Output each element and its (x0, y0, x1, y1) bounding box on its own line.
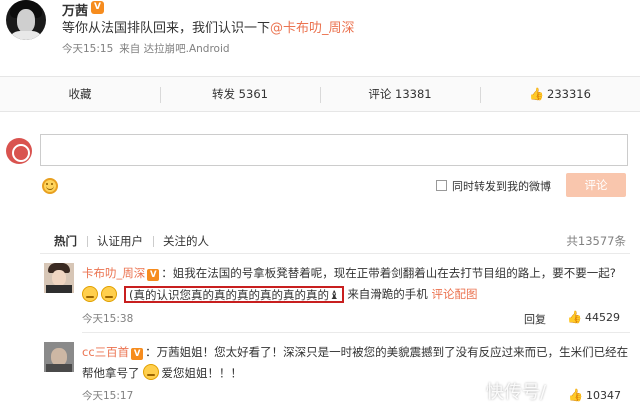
tab-following[interactable]: 关注的人 (153, 233, 219, 249)
like-count: 233316 (547, 87, 591, 101)
comment-divider (82, 332, 630, 333)
monkey-emoji-icon (142, 364, 159, 380)
post-text-main: 等你从法国排队回来，我们认识一下 (62, 21, 271, 36)
comment-text-line: 卡布叻_周深 V ：姐我在法国的号拿板凳替着呢，现在正带着剑翻着山在去打节目组的路上… (82, 265, 616, 281)
post-text: 等你从法国排队回来，我们认识一下@卡布叻_周深 (62, 17, 355, 36)
comment-time: 今天15:17 (82, 390, 134, 402)
comment-text: ：姐我在法国的号拿板凳替着呢，现在正带着剑翻着山在去打节目组的路上，要不要一起? (161, 266, 616, 280)
emoji-picker-icon[interactable] (42, 178, 58, 194)
comment-image-link[interactable]: 评论配图 (431, 286, 477, 302)
comment-time: 今天15:38 (82, 313, 134, 325)
tab-hot[interactable]: 热门 (54, 233, 87, 249)
comment-like-button[interactable]: 👍 44529 (567, 310, 620, 324)
tabs-divider (40, 253, 630, 254)
comment-tabs: 热门 认证用户 关注的人 (54, 232, 219, 250)
watermark-text: 快传号/ (486, 382, 547, 403)
avatar-body (46, 285, 72, 293)
favorite-label: 收藏 (68, 87, 92, 101)
repost-checkbox-label[interactable]: 同时转发到我的微博 (452, 178, 551, 194)
comment-text: 帮他拿号了 (82, 366, 140, 380)
tab-verified-users[interactable]: 认证用户 (87, 233, 153, 249)
comment-text-line: (真的认识您真的真的真的真的真的真的♝ 来自滑跪的手机 评论配图 (82, 285, 477, 303)
repost-checkbox[interactable] (436, 180, 447, 191)
highlighted-comment-text: (真的认识您真的真的真的真的真的真的♝ (124, 285, 345, 303)
verified-badge-icon: V (147, 269, 160, 281)
comment-text: ：万茜姐姐！您太好看了！深深只是一时被您的美貌震撼到了没有反应过来而已，生米们已… (145, 345, 629, 359)
post-mention-link[interactable]: @卡布叻_周深 (270, 21, 355, 36)
reply-button[interactable]: 回复 (524, 311, 546, 327)
comment-input[interactable] (40, 134, 628, 166)
crying-emoji-icon (82, 286, 98, 302)
comment-like-button[interactable]: 👍 10347 (568, 388, 621, 402)
comment-text-line: cc三百首 V ：万茜姐姐！您太好看了！深深只是一时被您的美貌震撼到了没有反应过来而… (82, 344, 628, 360)
boxed-end-glyph: ♝ (329, 287, 340, 302)
thumbs-up-icon: 👍 (567, 310, 582, 324)
repost-label: 转发 5361 (212, 87, 268, 101)
comment-like-count: 44529 (584, 311, 620, 324)
comment-author-name[interactable]: 卡布叻_周深 (82, 266, 145, 280)
avatar-face (17, 9, 35, 33)
favorite-button[interactable]: 收藏 (0, 77, 160, 111)
like-button[interactable]: 👍 233316 (480, 77, 640, 111)
post-meta: 今天15:15 来自 达拉崩吧.Android (62, 41, 236, 56)
comment-label: 评论 13381 (368, 87, 432, 101)
post-action-bar: 收藏 转发 5361 评论 13381 👍 233316 (0, 76, 640, 112)
comment-total-count: 共13577条 (566, 234, 626, 248)
repost-button[interactable]: 转发 5361 (160, 77, 320, 111)
submit-comment-button[interactable]: 评论 (566, 173, 626, 197)
author-avatar[interactable] (6, 0, 46, 40)
verified-badge-icon: V (131, 348, 144, 360)
comment-text: 爱您姐姐！！！ (161, 366, 243, 380)
post-header: 万茜 V 等你从法国排队回来，我们认识一下@卡布叻_周深 今天15:15 来自 达… (0, 0, 640, 70)
comment-author-name[interactable]: cc三百首 (82, 345, 129, 359)
avatar-face (52, 270, 66, 286)
comment-like-count: 10347 (585, 389, 621, 402)
verified-badge-icon: V (91, 1, 104, 14)
comment-avatar[interactable] (44, 342, 74, 372)
thumbs-up-icon: 👍 (568, 388, 583, 402)
post-time[interactable]: 今天15:15 (62, 43, 113, 55)
comment-button[interactable]: 评论 13381 (320, 77, 480, 111)
current-user-avatar (6, 138, 32, 164)
boxed-text: (真的认识您真的真的真的真的真的真的 (129, 287, 329, 302)
post-source[interactable]: 来自 达拉崩吧.Android (119, 43, 229, 55)
comment-source: 来自滑跪的手机 (347, 287, 428, 301)
avatar-body (46, 364, 72, 372)
thumbs-up-icon: 👍 (529, 87, 545, 101)
crying-emoji-icon (101, 286, 117, 302)
comment-text-line: 帮他拿号了 爱您姐姐！！！ (82, 364, 242, 381)
comment-avatar[interactable] (44, 263, 74, 293)
avatar-shirt (8, 31, 44, 40)
